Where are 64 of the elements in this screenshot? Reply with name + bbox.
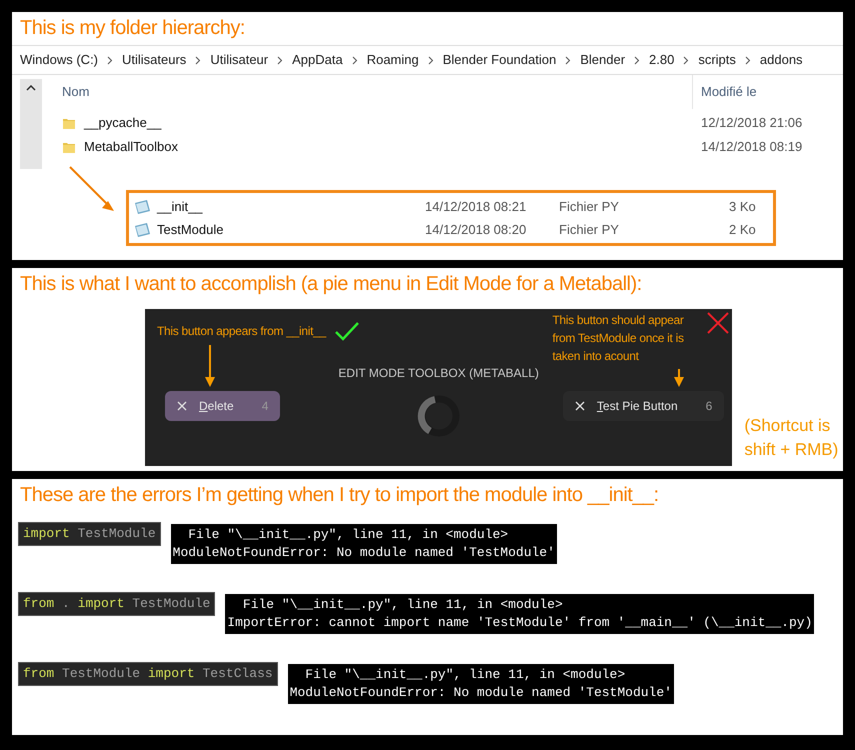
- file-icon: [133, 198, 151, 214]
- breadcrumb-item[interactable]: 2.80: [649, 50, 674, 70]
- caret-up-icon[interactable]: [26, 85, 36, 91]
- traceback-line: File "\__init__.py", line 11, in <module>: [187, 526, 510, 544]
- column-header[interactable]: Modifié le: [692, 75, 757, 109]
- breadcrumb-item[interactable]: AppData: [292, 50, 343, 70]
- file-name[interactable]: TestModule: [157, 220, 224, 240]
- shortcut-number: 6: [706, 398, 712, 415]
- section-title: This is what I want to accomplish (a pie menu in Edit Mode for a Metaball):: [19, 272, 643, 297]
- file-icon: [133, 222, 151, 238]
- column-header[interactable]: Nom: [42, 82, 692, 102]
- close-icon: [574, 401, 585, 411]
- breadcrumb-item[interactable]: scripts: [698, 50, 736, 70]
- close-icon: [177, 401, 187, 411]
- breadcrumb-item[interactable]: Blender Foundation: [442, 50, 556, 70]
- file-name[interactable]: __init__: [157, 196, 203, 216]
- breadcrumb-item[interactable]: Windows (C:): [20, 50, 98, 70]
- chevron-icon: [195, 56, 202, 64]
- file-size: 3 Ko: [729, 198, 756, 216]
- breadcrumb-item[interactable]: Utilisateur: [210, 50, 268, 70]
- modified-date: 12/12/2018 21:06: [701, 114, 802, 132]
- pie-ring-drawing: [416, 394, 461, 438]
- arrow-icon: [674, 369, 684, 387]
- traceback-line: ModuleNotFoundError: No module named 'TestModule': [172, 544, 555, 562]
- section-title: This is my folder hierarchy:: [19, 16, 246, 41]
- chevron-icon: [634, 56, 640, 64]
- file-name[interactable]: __pycache__: [84, 113, 162, 133]
- shortcut-number: 4: [262, 398, 268, 415]
- folder-icon: [62, 140, 76, 154]
- file-type: Fichier PY: [559, 198, 620, 216]
- chevron-icon: [352, 56, 358, 64]
- modified-date: 14/12/2018 08:19: [701, 138, 802, 156]
- arrow-icon: [205, 345, 215, 387]
- folder-icon: [62, 116, 76, 130]
- chevron-icon: [428, 56, 434, 64]
- breadcrumb-item[interactable]: Utilisateurs: [122, 50, 186, 70]
- shortcut-note: (Shortcut is shift + RMB): [744, 415, 840, 461]
- breadcrumb-item[interactable]: Blender: [580, 50, 626, 70]
- chevron-icon: [744, 56, 751, 64]
- code-snippet: import TestModule: [18, 522, 161, 546]
- traceback-line: ModuleNotFoundError: No module named 'TestModule': [290, 684, 672, 702]
- pie-menu-item[interactable]: Test Pie Button 6: [562, 391, 724, 421]
- code-snippet: from . import TestModule: [18, 592, 216, 616]
- chevron-icon: [565, 56, 572, 64]
- section-title: These are the errors I’m getting when I try to import the module into __init__:: [19, 483, 660, 508]
- modified-date: 14/12/2018 08:21: [425, 198, 528, 216]
- pie-menu-item[interactable]: Delete 4: [165, 391, 280, 421]
- chevron-icon: [683, 56, 690, 64]
- modified-date: 14/12/2018 08:20: [425, 220, 528, 239]
- traceback-line: File "\__init__.py", line 11, in <module>: [304, 666, 626, 684]
- traceback-line: ImportError: cannot import name 'TestModule' from '__main__' (\__init__.py): [227, 614, 812, 632]
- traceback-line: File "\__init__.py", line 11, in <module>: [242, 596, 564, 614]
- menu-title: EDIT MODE TOOLBOX (METABALL): [338, 365, 539, 382]
- chevron-icon: [277, 56, 284, 64]
- file-name[interactable]: MetaballToolbox: [84, 137, 178, 157]
- scrollbar[interactable]: [20, 79, 42, 169]
- annotation-text: This button should appear from TestModule once it is taken into acount: [552, 312, 685, 365]
- chevron-icon: [107, 56, 114, 64]
- file-size: 2 Ko: [729, 220, 756, 239]
- code-snippet: from TestModule import TestClass: [18, 662, 278, 686]
- breadcrumb-item[interactable]: addons: [760, 50, 803, 70]
- annotation-text: This button appears from __init__: [157, 323, 326, 340]
- file-type: Fichier PY: [559, 220, 620, 239]
- breadcrumb-item[interactable]: Roaming: [366, 50, 419, 70]
